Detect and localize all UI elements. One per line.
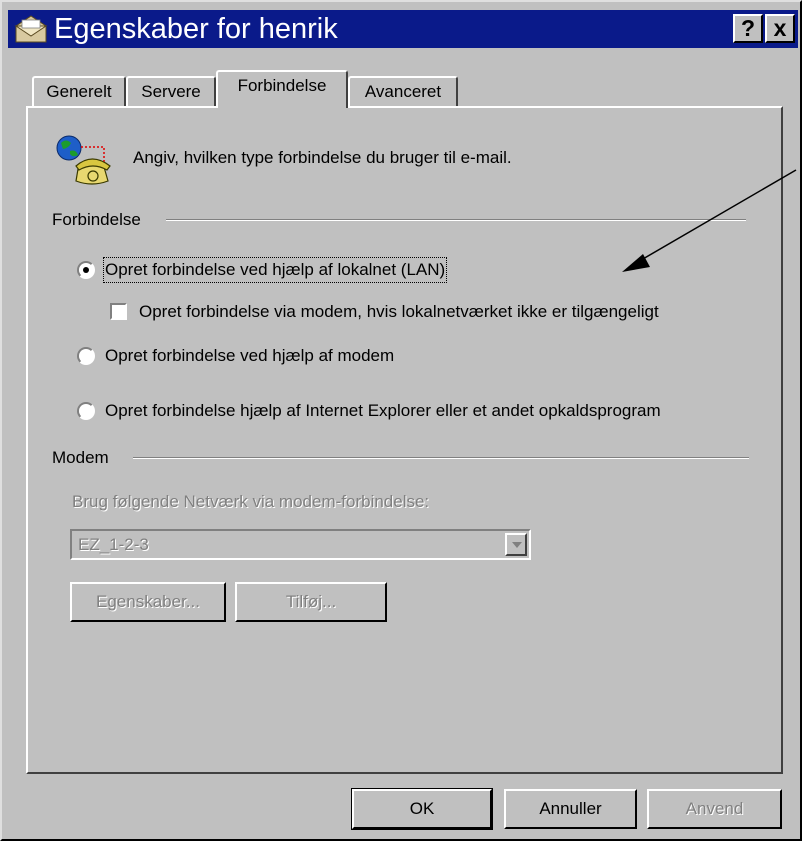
radio-modem[interactable] xyxy=(77,347,95,365)
radio-lan-label[interactable]: Opret forbindelse ved hjælp af lokalnet … xyxy=(102,257,448,283)
network-select-value: EZ_1-2-3 xyxy=(78,535,149,554)
title-bar[interactable]: Egenskaber for henrik ? x xyxy=(8,10,798,48)
tab-panel xyxy=(26,106,783,774)
checkbox-modem-fallback[interactable] xyxy=(110,303,127,320)
network-label: Brug følgende Netværk via modem-forbinde… xyxy=(72,492,430,511)
help-button[interactable]: ? xyxy=(733,14,763,43)
radio-modem-label[interactable]: Opret forbindelse ved hjælp af modem xyxy=(105,345,394,367)
chevron-down-icon[interactable] xyxy=(505,533,527,556)
modem-properties-button[interactable]: Egenskaber... xyxy=(70,582,226,622)
intro-text: Angiv, hvilken type forbindelse du bruge… xyxy=(133,148,512,167)
radio-lan[interactable] xyxy=(77,261,95,279)
network-select[interactable]: EZ_1-2-3 xyxy=(70,529,531,560)
radio-dialer-label[interactable]: Opret forbindelse hjælp af Internet Expl… xyxy=(105,400,661,422)
modem-group-divider xyxy=(133,457,749,459)
mail-envelope-icon xyxy=(14,15,48,43)
modem-group-label: Modem xyxy=(52,448,109,467)
tab-avanceret[interactable]: Avanceret xyxy=(348,76,458,108)
ok-button[interactable]: OK xyxy=(351,788,493,830)
connection-group-label: Forbindelse xyxy=(52,210,141,229)
tab-generelt[interactable]: Generelt xyxy=(32,76,126,108)
tab-forbindelse[interactable]: Forbindelse xyxy=(216,70,348,108)
properties-dialog: Egenskaber for henrik ? x Generelt Serve… xyxy=(0,0,802,841)
close-button[interactable]: x xyxy=(765,14,795,43)
checkbox-modem-fallback-label[interactable]: Opret forbindelse via modem, hvis lokaln… xyxy=(139,301,659,323)
window-title: Egenskaber for henrik xyxy=(54,13,338,45)
radio-lan-dot xyxy=(83,267,89,273)
radio-dialer[interactable] xyxy=(77,402,95,420)
modem-add-button[interactable]: Tilføj... xyxy=(235,582,387,622)
globe-phone-icon xyxy=(56,135,111,185)
apply-button[interactable]: Anvend xyxy=(647,789,782,829)
connection-group-divider xyxy=(166,219,746,221)
cancel-button[interactable]: Annuller xyxy=(504,789,637,829)
tab-servere[interactable]: Servere xyxy=(126,76,216,108)
